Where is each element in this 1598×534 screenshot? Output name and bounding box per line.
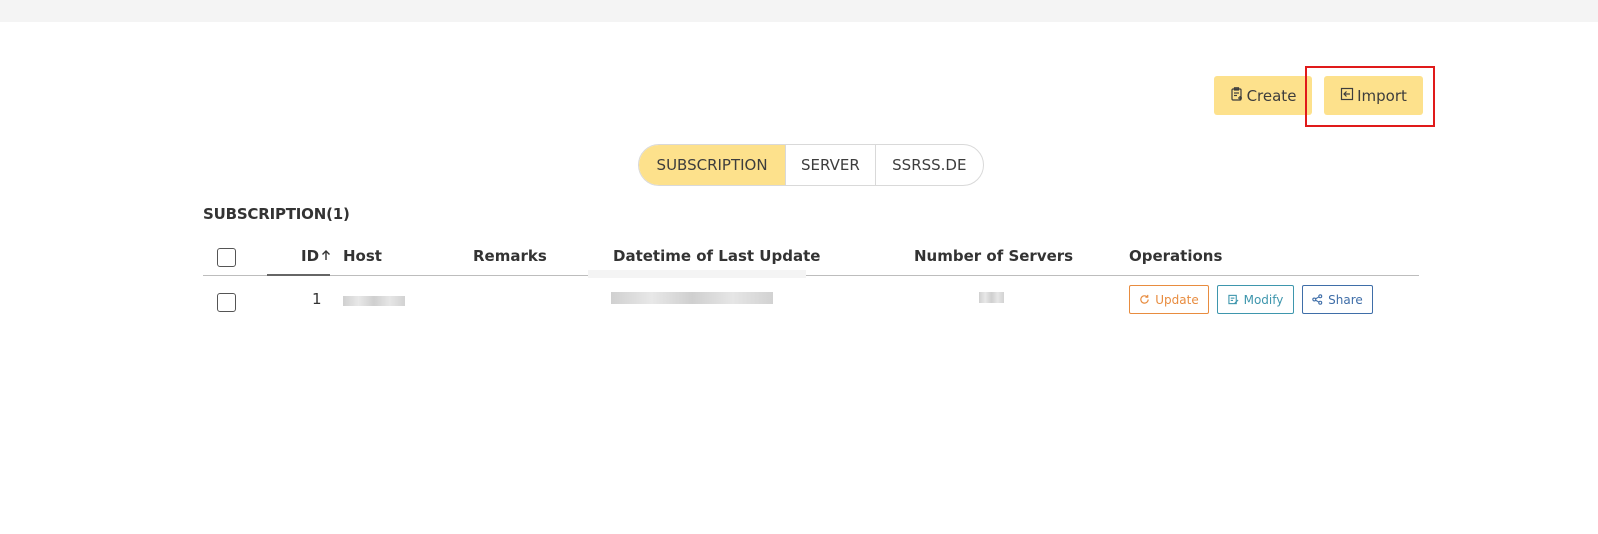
share-button[interactable]: Share	[1302, 285, 1373, 314]
tab-group: SUBSCRIPTION SERVER SSRSS.DE	[638, 144, 984, 186]
tab-subscription[interactable]: SUBSCRIPTION	[639, 145, 787, 185]
select-all-checkbox[interactable]	[217, 248, 236, 267]
row-server-count-redacted	[979, 292, 1004, 303]
row-id: 1	[312, 290, 322, 308]
column-header-number-of-servers[interactable]: Number of Servers	[914, 247, 1073, 265]
row-checkbox[interactable]	[217, 293, 236, 312]
import-label: Import	[1357, 86, 1407, 105]
tab-ssrss-de[interactable]: SSRSS.DE	[876, 145, 983, 185]
header-divider	[203, 275, 1419, 276]
import-button[interactable]: Import	[1324, 76, 1423, 115]
update-button[interactable]: Update	[1129, 285, 1209, 314]
column-header-remarks[interactable]: Remarks	[473, 247, 547, 265]
column-highlight	[588, 270, 806, 278]
refresh-icon	[1140, 294, 1150, 304]
import-icon	[1340, 87, 1354, 100]
column-header-operations: Operations	[1129, 247, 1223, 265]
create-icon	[1230, 86, 1242, 101]
column-header-id[interactable]: ID	[301, 247, 331, 265]
sort-indicator	[267, 274, 330, 276]
create-label: Create	[1246, 86, 1297, 105]
create-button[interactable]: Create	[1214, 76, 1312, 115]
top-bar	[0, 0, 1598, 22]
column-header-datetime[interactable]: Datetime of Last Update	[613, 247, 820, 265]
edit-icon	[1227, 294, 1239, 305]
column-header-host[interactable]: Host	[343, 247, 382, 265]
tab-server[interactable]: SERVER	[786, 145, 876, 185]
section-title: SUBSCRIPTION(1)	[203, 205, 350, 223]
share-icon	[1312, 294, 1323, 305]
row-datetime-redacted	[611, 292, 773, 304]
sort-asc-icon	[322, 250, 331, 260]
modify-button[interactable]: Modify	[1217, 285, 1294, 314]
row-host-redacted	[343, 296, 405, 306]
